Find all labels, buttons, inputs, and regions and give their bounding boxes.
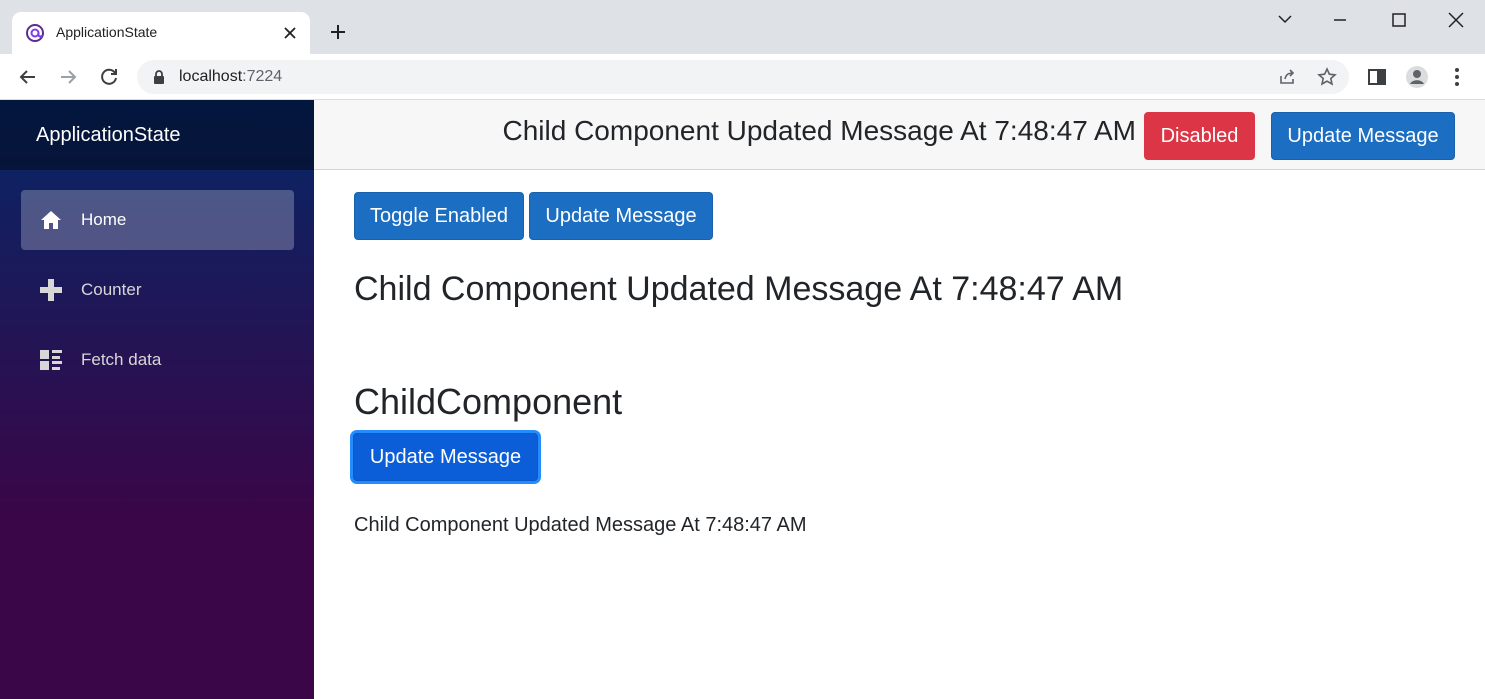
address-bar[interactable]: localhost:7224 [137,60,1349,94]
profile-avatar-icon[interactable] [1405,65,1429,89]
reload-icon[interactable] [97,65,121,89]
update-message-button[interactable]: Update Message [529,192,713,240]
browser-toolbar: localhost:7224 [0,54,1485,100]
close-tab-icon[interactable] [280,23,300,43]
toggle-enabled-button[interactable]: Toggle Enabled [354,192,524,240]
disabled-button[interactable]: Disabled [1144,112,1255,160]
sidebar-item-label: Fetch data [81,350,162,369]
child-update-message-button[interactable]: Update Message [353,433,538,481]
child-component-heading: ChildComponent [354,381,623,422]
top-row-message: Child Component Updated Message At 7:48:… [502,115,1137,146]
forward-arrow-icon[interactable] [56,65,80,89]
url-port: :7224 [242,68,283,85]
sidebar-item-fetch-data[interactable]: Fetch data [21,330,294,390]
minimize-icon[interactable] [1325,8,1355,32]
window-close-icon[interactable] [1441,8,1471,32]
blazor-favicon-icon [26,24,44,42]
tab-search-chevron-icon[interactable] [1270,8,1300,32]
sidebar-item-counter[interactable]: Counter [21,260,294,320]
url-host: localhost [179,68,243,85]
url-text[interactable]: localhost:7224 [179,68,282,86]
list-rich-icon [39,348,63,372]
sidebar-item-label: Counter [81,280,142,299]
child-message-text: Child Component Updated Message At 7:48:… [354,514,807,536]
tab-title: ApplicationState [56,24,158,40]
sidebar: ApplicationState Home Counter Fetch data [0,100,314,699]
home-icon [39,208,63,232]
maximize-icon[interactable] [1384,8,1414,32]
top-update-message-button[interactable]: Update Message [1271,112,1455,160]
plus-icon [39,278,63,302]
sidebar-item-label: Home [81,210,127,229]
app-brand[interactable]: ApplicationState [36,124,181,147]
browser-tab[interactable]: ApplicationState [12,12,310,54]
browser-tab-strip: ApplicationState [0,0,1485,54]
sidebar-item-home[interactable]: Home [21,190,294,250]
side-panel-icon[interactable] [1365,65,1389,89]
sidebar-brand-bar: ApplicationState [0,100,314,170]
share-icon[interactable] [1277,67,1297,87]
more-menu-icon[interactable] [1445,65,1469,89]
back-arrow-icon[interactable] [16,65,40,89]
lock-icon[interactable] [151,69,167,85]
new-tab-icon[interactable] [326,20,350,44]
bookmark-star-icon[interactable] [1317,67,1337,87]
message-heading: Child Component Updated Message At 7:48:… [354,270,1124,308]
